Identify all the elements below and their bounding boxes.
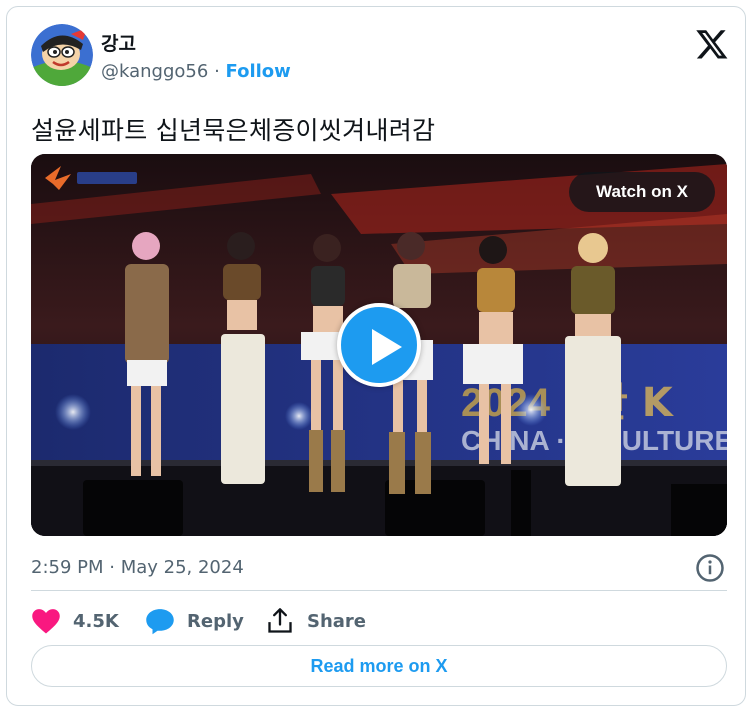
x-logo-icon[interactable] <box>695 27 729 61</box>
display-name[interactable]: 강고 <box>101 29 136 56</box>
user-handle[interactable]: @kanggo56 <box>101 61 208 82</box>
info-icon[interactable] <box>695 553 725 583</box>
tweet-text: 설윤세파트 십년묵은체증이씻겨내려감 <box>31 116 436 145</box>
speech-bubble-icon <box>146 609 174 635</box>
share-label: Share <box>307 610 367 632</box>
share-button[interactable]: Share <box>265 605 366 637</box>
divider <box>31 590 727 591</box>
like-count: 4.5K <box>73 610 119 632</box>
watch-on-x-button[interactable]: Watch on X <box>569 172 715 212</box>
reply-button[interactable]: Reply <box>145 605 244 637</box>
play-icon[interactable] <box>337 303 421 387</box>
performer-2 <box>221 232 265 484</box>
share-upload-icon <box>268 608 292 633</box>
tweet-card: 강고 @kanggo56 · Follow 설윤세파트 십년묵은체증이씻겨내려감 <box>6 6 746 706</box>
performer-6 <box>565 233 621 486</box>
timestamp[interactable]: 2:59 PM · May 25, 2024 <box>31 557 244 578</box>
avatar-cartoon-icon <box>31 24 93 86</box>
separator-dot: · <box>214 61 220 82</box>
follow-button[interactable]: Follow <box>226 61 291 82</box>
reply-label: Reply <box>187 610 244 632</box>
heart-icon <box>32 609 60 634</box>
avatar[interactable] <box>31 24 93 86</box>
handle-row: @kanggo56 · Follow <box>101 61 291 82</box>
like-button[interactable]: 4.5K <box>31 605 119 637</box>
video-player[interactable]: 2024 한 K CHINA ··· -CULTURE <box>31 154 727 536</box>
read-more-button[interactable]: Read more on X <box>31 645 727 687</box>
